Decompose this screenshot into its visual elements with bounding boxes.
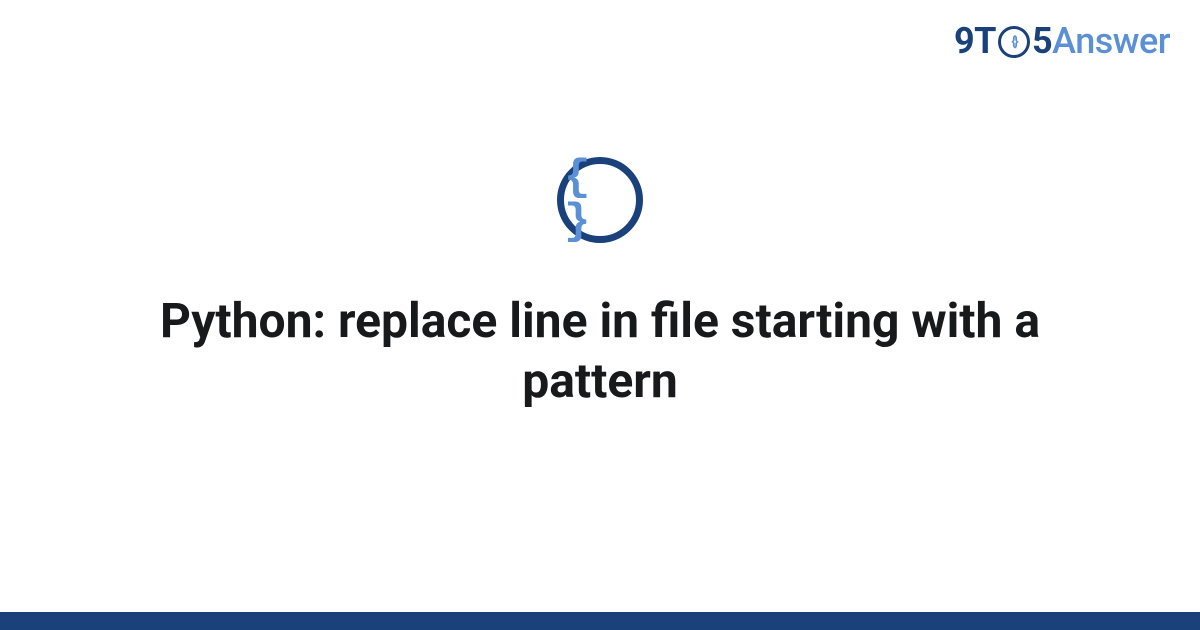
brand-circle-inner: {} bbox=[1011, 34, 1016, 50]
brand-suffix-word: Answer bbox=[1052, 20, 1170, 62]
topic-icon-circle: { } bbox=[557, 157, 643, 243]
brand-circle-icon: {} bbox=[998, 26, 1030, 58]
brand-logo: 9T {} 5 Answer bbox=[954, 20, 1170, 62]
brand-prefix: 9T bbox=[954, 20, 996, 62]
page-title: Python: replace line in file starting wi… bbox=[110, 291, 1090, 411]
footer-accent-bar bbox=[0, 612, 1200, 630]
main-content: { } Python: replace line in file startin… bbox=[0, 157, 1200, 411]
code-braces-icon: { } bbox=[564, 156, 636, 244]
brand-suffix-digit: 5 bbox=[1032, 20, 1052, 62]
